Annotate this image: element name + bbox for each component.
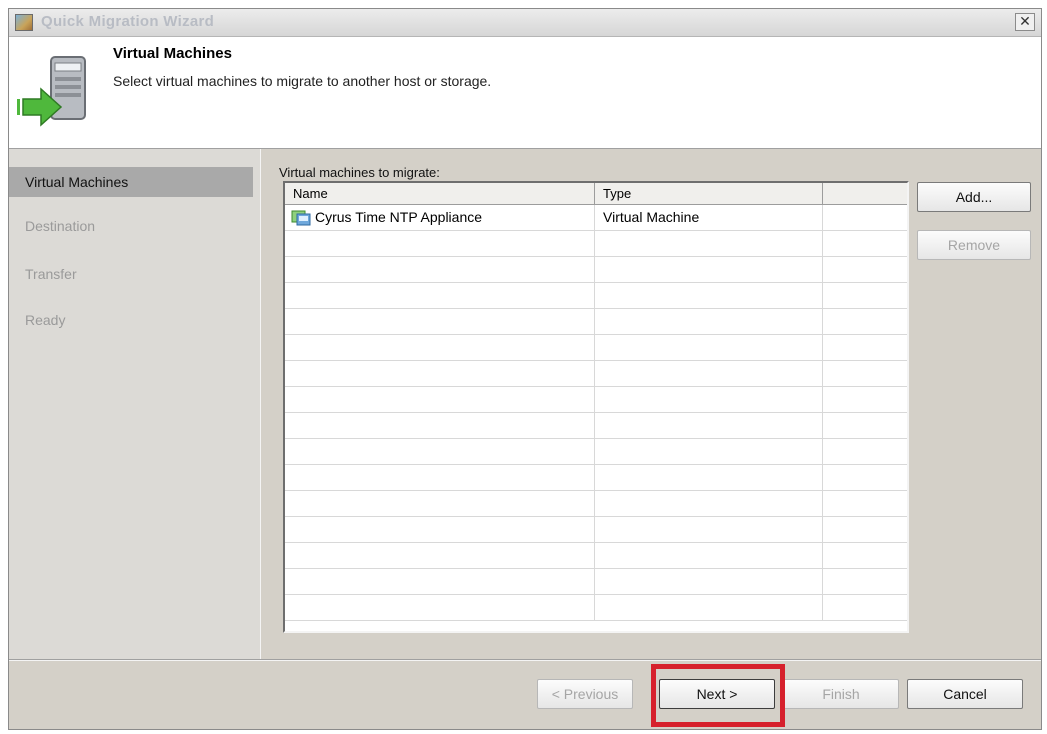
page-subtitle: Select virtual machines to migrate to an… — [113, 73, 492, 89]
cell-type — [595, 387, 823, 412]
nav-step-virtual-machines[interactable]: Virtual Machines — [9, 167, 253, 197]
column-header-name[interactable]: Name — [285, 183, 595, 204]
title-bar[interactable]: Quick Migration Wizard ✕ — [9, 9, 1041, 37]
virtual-machine-icon — [291, 210, 311, 226]
cell-type — [595, 413, 823, 438]
cell-type — [595, 543, 823, 568]
page-title: Virtual Machines — [113, 45, 232, 62]
cell-extra — [823, 569, 907, 594]
cell-type — [595, 257, 823, 282]
table-row-empty[interactable] — [285, 465, 907, 491]
column-header-type[interactable]: Type — [595, 183, 823, 204]
vm-list-table[interactable]: Name Type Cyrus Time NTP Appliance Virtua… — [283, 181, 909, 633]
cell-type — [595, 491, 823, 516]
migration-server-icon — [17, 56, 86, 127]
wizard-steps-nav: Virtual Machines Destination Transfer Re… — [9, 149, 261, 659]
cell-type — [595, 309, 823, 334]
table-row-empty[interactable] — [285, 595, 907, 621]
table-row-empty[interactable] — [285, 439, 907, 465]
cell-name — [285, 595, 595, 620]
cell-name — [285, 465, 595, 490]
wizard-header: Virtual Machines Select virtual machines… — [9, 37, 1041, 149]
column-header-extra[interactable] — [823, 183, 907, 204]
cell-type — [595, 361, 823, 386]
cell-extra — [823, 205, 907, 230]
finish-button[interactable]: Finish — [783, 679, 899, 709]
cell-extra — [823, 231, 907, 256]
cell-type — [595, 231, 823, 256]
cell-type — [595, 595, 823, 620]
table-row-empty[interactable] — [285, 309, 907, 335]
table-row-empty[interactable] — [285, 569, 907, 595]
table-row[interactable]: Cyrus Time NTP Appliance Virtual Machine — [285, 205, 907, 231]
cell-extra — [823, 309, 907, 334]
close-button[interactable]: ✕ — [1015, 13, 1035, 31]
cell-type — [595, 517, 823, 542]
cell-name — [285, 309, 595, 334]
cell-name — [285, 491, 595, 516]
cell-extra — [823, 361, 907, 386]
quick-migration-wizard-window: Quick Migration Wizard ✕ Virtual Machine… — [8, 8, 1042, 730]
add-button[interactable]: Add... — [917, 182, 1031, 212]
cell-extra — [823, 257, 907, 282]
cell-extra — [823, 283, 907, 308]
cell-name — [285, 517, 595, 542]
cell-name: Cyrus Time NTP Appliance — [285, 205, 595, 230]
nav-step-destination[interactable]: Destination — [9, 211, 253, 241]
table-row-empty[interactable] — [285, 361, 907, 387]
cell-name — [285, 413, 595, 438]
cell-name — [285, 543, 595, 568]
cell-extra — [823, 335, 907, 360]
app-icon — [15, 14, 33, 31]
cell-type — [595, 439, 823, 464]
table-row-empty[interactable] — [285, 413, 907, 439]
table-header: Name Type — [285, 183, 907, 205]
cell-extra — [823, 387, 907, 412]
nav-step-ready[interactable]: Ready — [9, 305, 253, 335]
table-row-empty[interactable] — [285, 543, 907, 569]
cell-type — [595, 335, 823, 360]
cell-name — [285, 569, 595, 594]
cell-extra — [823, 465, 907, 490]
table-row-empty[interactable] — [285, 517, 907, 543]
table-row-empty[interactable] — [285, 257, 907, 283]
cell-name — [285, 361, 595, 386]
cell-extra — [823, 517, 907, 542]
cell-extra — [823, 543, 907, 568]
cell-name — [285, 283, 595, 308]
window-title: Quick Migration Wizard — [41, 13, 215, 30]
cell-type: Virtual Machine — [595, 205, 823, 230]
cell-extra — [823, 491, 907, 516]
table-row-empty[interactable] — [285, 387, 907, 413]
vm-name: Cyrus Time NTP Appliance — [315, 209, 483, 225]
nav-step-transfer[interactable]: Transfer — [9, 259, 253, 289]
table-row-empty[interactable] — [285, 231, 907, 257]
cell-type — [595, 283, 823, 308]
table-row-empty[interactable] — [285, 335, 907, 361]
vm-list-label: Virtual machines to migrate: — [279, 165, 440, 180]
cell-extra — [823, 413, 907, 438]
cell-extra — [823, 595, 907, 620]
cell-name — [285, 387, 595, 412]
cell-type — [595, 465, 823, 490]
cell-name — [285, 257, 595, 282]
table-row-empty[interactable] — [285, 283, 907, 309]
cancel-button[interactable]: Cancel — [907, 679, 1023, 709]
table-row-empty[interactable] — [285, 491, 907, 517]
cell-name — [285, 335, 595, 360]
next-button-highlight — [651, 664, 785, 727]
cell-name — [285, 231, 595, 256]
footer-separator — [9, 659, 1041, 661]
previous-button[interactable]: < Previous — [537, 679, 633, 709]
cell-extra — [823, 439, 907, 464]
remove-button[interactable]: Remove — [917, 230, 1031, 260]
cell-type — [595, 569, 823, 594]
cell-name — [285, 439, 595, 464]
